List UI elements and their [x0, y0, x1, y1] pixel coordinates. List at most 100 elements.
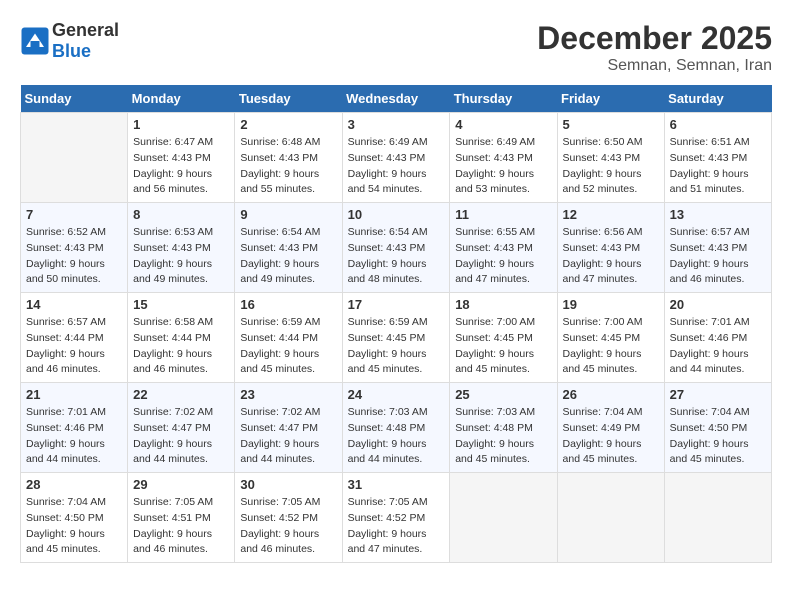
day-number: 2 — [240, 117, 336, 132]
calendar-table: SundayMondayTuesdayWednesdayThursdayFrid… — [20, 85, 772, 563]
day-number: 20 — [670, 297, 766, 312]
calendar-week-row: 21 Sunrise: 7:01 AMSunset: 4:46 PMDayligh… — [21, 383, 772, 473]
calendar-cell: 14Sunrise: 6:57 AMSunset: 4:44 PMDayligh… — [21, 293, 128, 383]
month-title: December 2025 — [537, 20, 772, 57]
calendar-cell: 24 Sunrise: 7:03 AMSunset: 4:48 PMDayligh… — [342, 383, 450, 473]
calendar-cell: 16Sunrise: 6:59 AMSunset: 4:44 PMDayligh… — [235, 293, 342, 383]
day-number: 24 — [348, 387, 445, 402]
calendar-cell: 20 Sunrise: 7:01 AMSunset: 4:46 PMDayligh… — [664, 293, 771, 383]
calendar-cell: 7Sunrise: 6:52 AMSunset: 4:43 PMDaylight… — [21, 203, 128, 293]
day-info: Sunrise: 6:58 AMSunset: 4:44 PMDaylight:… — [133, 315, 229, 378]
day-info: Sunrise: 6:50 AMSunset: 4:43 PMDaylight:… — [563, 135, 659, 198]
day-number: 29 — [133, 477, 229, 492]
day-info: Sunrise: 6:55 AMSunset: 4:43 PMDaylight:… — [455, 225, 551, 288]
location-title: Semnan, Semnan, Iran — [537, 57, 772, 75]
day-info: Sunrise: 7:04 AMSunset: 4:50 PMDaylight:… — [670, 405, 766, 468]
calendar-cell: 21 Sunrise: 7:01 AMSunset: 4:46 PMDayligh… — [21, 383, 128, 473]
day-number: 11 — [455, 207, 551, 222]
day-number: 23 — [240, 387, 336, 402]
day-info: Sunrise: 6:53 AMSunset: 4:43 PMDaylight:… — [133, 225, 229, 288]
weekday-header: Monday — [128, 85, 235, 113]
day-number: 28 — [26, 477, 122, 492]
calendar-cell: 1 Sunrise: 6:47 AMSunset: 4:43 PMDaylight… — [128, 113, 235, 203]
calendar-cell: 31Sunrise: 7:05 AMSunset: 4:52 PMDayligh… — [342, 473, 450, 563]
calendar-cell: 6Sunrise: 6:51 AMSunset: 4:43 PMDaylight… — [664, 113, 771, 203]
day-info: Sunrise: 7:01 AMSunset: 4:46 PMDaylight:… — [670, 315, 766, 378]
calendar-cell: 29 Sunrise: 7:05 AMSunset: 4:51 PMDayligh… — [128, 473, 235, 563]
logo: General Blue — [20, 20, 119, 62]
calendar-cell: 17 Sunrise: 6:59 AMSunset: 4:45 PMDayligh… — [342, 293, 450, 383]
calendar-cell: 2 Sunrise: 6:48 AMSunset: 4:43 PMDaylight… — [235, 113, 342, 203]
calendar-cell: 10 Sunrise: 6:54 AMSunset: 4:43 PMDayligh… — [342, 203, 450, 293]
weekday-header: Sunday — [21, 85, 128, 113]
header-row: SundayMondayTuesdayWednesdayThursdayFrid… — [21, 85, 772, 113]
day-info: Sunrise: 6:54 AMSunset: 4:43 PMDaylight:… — [240, 225, 336, 288]
day-info: Sunrise: 7:03 AMSunset: 4:48 PMDaylight:… — [455, 405, 551, 468]
day-number: 5 — [563, 117, 659, 132]
calendar-week-row: 7Sunrise: 6:52 AMSunset: 4:43 PMDaylight… — [21, 203, 772, 293]
calendar-week-row: 28 Sunrise: 7:04 AMSunset: 4:50 PMDayligh… — [21, 473, 772, 563]
calendar-body: 1 Sunrise: 6:47 AMSunset: 4:43 PMDaylight… — [21, 113, 772, 563]
day-info: Sunrise: 7:05 AMSunset: 4:51 PMDaylight:… — [133, 495, 229, 558]
calendar-header: SundayMondayTuesdayWednesdayThursdayFrid… — [21, 85, 772, 113]
day-info: Sunrise: 6:49 AMSunset: 4:43 PMDaylight:… — [348, 135, 445, 198]
day-info: Sunrise: 7:01 AMSunset: 4:46 PMDaylight:… — [26, 405, 122, 468]
day-number: 22 — [133, 387, 229, 402]
day-number: 15 — [133, 297, 229, 312]
day-number: 17 — [348, 297, 445, 312]
day-info: Sunrise: 6:49 AMSunset: 4:43 PMDaylight:… — [455, 135, 551, 198]
day-info: Sunrise: 6:57 AMSunset: 4:43 PMDaylight:… — [670, 225, 766, 288]
day-info: Sunrise: 7:04 AMSunset: 4:50 PMDaylight:… — [26, 495, 122, 558]
day-info: Sunrise: 7:03 AMSunset: 4:48 PMDaylight:… — [348, 405, 445, 468]
day-info: Sunrise: 6:56 AMSunset: 4:43 PMDaylight:… — [563, 225, 659, 288]
calendar-cell: 15 Sunrise: 6:58 AMSunset: 4:44 PMDayligh… — [128, 293, 235, 383]
calendar-week-row: 1 Sunrise: 6:47 AMSunset: 4:43 PMDaylight… — [21, 113, 772, 203]
day-number: 26 — [563, 387, 659, 402]
weekday-header: Friday — [557, 85, 664, 113]
day-info: Sunrise: 7:00 AMSunset: 4:45 PMDaylight:… — [563, 315, 659, 378]
day-number: 1 — [133, 117, 229, 132]
weekday-header: Saturday — [664, 85, 771, 113]
day-number: 21 — [26, 387, 122, 402]
day-info: Sunrise: 7:05 AMSunset: 4:52 PMDaylight:… — [348, 495, 445, 558]
day-number: 27 — [670, 387, 766, 402]
day-number: 19 — [563, 297, 659, 312]
day-info: Sunrise: 6:52 AMSunset: 4:43 PMDaylight:… — [26, 225, 122, 288]
calendar-cell — [450, 473, 557, 563]
day-number: 8 — [133, 207, 229, 222]
day-number: 3 — [348, 117, 445, 132]
day-info: Sunrise: 6:59 AMSunset: 4:45 PMDaylight:… — [348, 315, 445, 378]
day-info: Sunrise: 6:48 AMSunset: 4:43 PMDaylight:… — [240, 135, 336, 198]
day-info: Sunrise: 6:54 AMSunset: 4:43 PMDaylight:… — [348, 225, 445, 288]
day-info: Sunrise: 6:47 AMSunset: 4:43 PMDaylight:… — [133, 135, 229, 198]
day-number: 9 — [240, 207, 336, 222]
calendar-cell: 8 Sunrise: 6:53 AMSunset: 4:43 PMDaylight… — [128, 203, 235, 293]
day-info: Sunrise: 7:04 AMSunset: 4:49 PMDaylight:… — [563, 405, 659, 468]
day-info: Sunrise: 7:02 AMSunset: 4:47 PMDaylight:… — [240, 405, 336, 468]
calendar-cell: 18Sunrise: 7:00 AMSunset: 4:45 PMDayligh… — [450, 293, 557, 383]
calendar-cell: 3 Sunrise: 6:49 AMSunset: 4:43 PMDaylight… — [342, 113, 450, 203]
calendar-cell: 22Sunrise: 7:02 AMSunset: 4:47 PMDayligh… — [128, 383, 235, 473]
calendar-cell: 26 Sunrise: 7:04 AMSunset: 4:49 PMDayligh… — [557, 383, 664, 473]
day-info: Sunrise: 6:59 AMSunset: 4:44 PMDaylight:… — [240, 315, 336, 378]
day-number: 10 — [348, 207, 445, 222]
calendar-cell: 23 Sunrise: 7:02 AMSunset: 4:47 PMDayligh… — [235, 383, 342, 473]
day-number: 6 — [670, 117, 766, 132]
calendar-cell: 11 Sunrise: 6:55 AMSunset: 4:43 PMDayligh… — [450, 203, 557, 293]
logo-blue: Blue — [52, 41, 91, 61]
calendar-cell: 4 Sunrise: 6:49 AMSunset: 4:43 PMDaylight… — [450, 113, 557, 203]
calendar-cell: 19 Sunrise: 7:00 AMSunset: 4:45 PMDayligh… — [557, 293, 664, 383]
calendar-cell — [557, 473, 664, 563]
weekday-header: Thursday — [450, 85, 557, 113]
calendar-cell: 30Sunrise: 7:05 AMSunset: 4:52 PMDayligh… — [235, 473, 342, 563]
day-info: Sunrise: 7:00 AMSunset: 4:45 PMDaylight:… — [455, 315, 551, 378]
weekday-header: Tuesday — [235, 85, 342, 113]
weekday-header: Wednesday — [342, 85, 450, 113]
calendar-cell: 27 Sunrise: 7:04 AMSunset: 4:50 PMDayligh… — [664, 383, 771, 473]
day-number: 4 — [455, 117, 551, 132]
logo-icon — [20, 26, 50, 56]
calendar-cell: 9 Sunrise: 6:54 AMSunset: 4:43 PMDaylight… — [235, 203, 342, 293]
title-block: December 2025 Semnan, Semnan, Iran — [537, 20, 772, 75]
day-number: 25 — [455, 387, 551, 402]
calendar-cell: 28 Sunrise: 7:04 AMSunset: 4:50 PMDayligh… — [21, 473, 128, 563]
